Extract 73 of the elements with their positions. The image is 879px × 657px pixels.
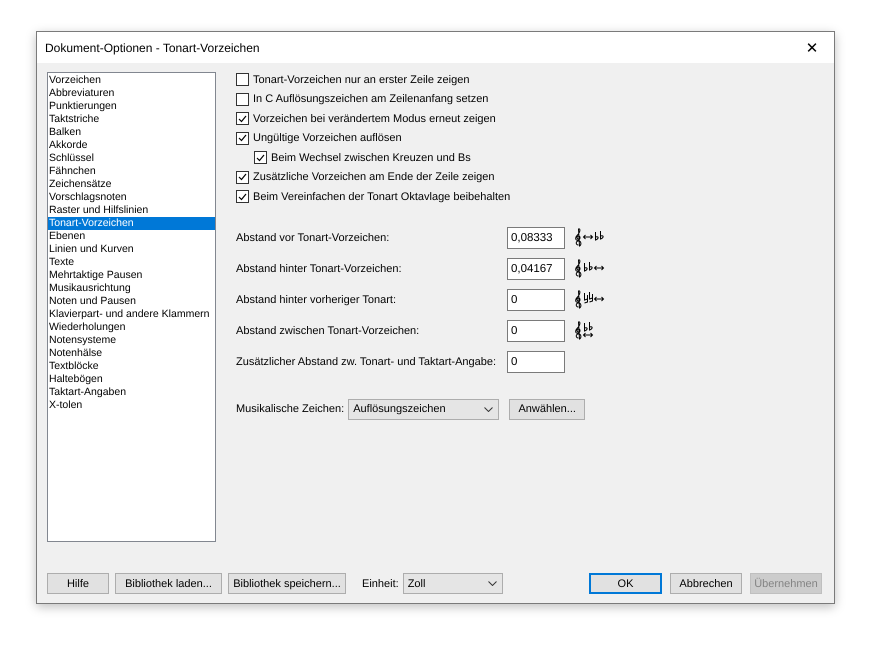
list-item[interactable]: Noten und Pausen (48, 295, 215, 308)
field-label: Musikalische Zeichen: (236, 403, 344, 415)
input-field[interactable]: 0,04167 (507, 258, 565, 280)
field-label: Abstand vor Tonart-Vorzeichen: (236, 232, 390, 244)
input-field[interactable]: 0 (507, 350, 565, 372)
list-item[interactable]: Taktstriche (48, 113, 215, 126)
list-item[interactable]: Haltebögen (48, 373, 215, 386)
close-button[interactable]: ✕ (790, 32, 834, 63)
list-item[interactable]: Klavierpart- und andere Klammern (48, 308, 215, 321)
checkbox-label: Vorzeichen bei verändertem Modus erneut zeigen (253, 112, 496, 125)
list-item[interactable]: Musikausrichtung (48, 282, 215, 295)
list-item[interactable]: Punktierungen (48, 100, 215, 113)
list-item[interactable]: X-tolen (48, 399, 215, 412)
checkmark-icon (238, 134, 247, 142)
list-item[interactable]: Ebenen (48, 230, 215, 243)
footer-button[interactable]: Bibliothek laden... (115, 573, 222, 594)
window-title: Dokument-Optionen - Tonart-Vorzeichen (45, 40, 260, 54)
footer-button[interactable]: Hilfe (47, 573, 109, 594)
checkbox-label: In C Auflösungszeichen am Zeilenanfang setzen (253, 93, 488, 106)
checkbox-label: Beim Wechsel zwischen Kreuzen und Bs (271, 152, 471, 164)
checkmark-icon (256, 154, 265, 162)
checkbox-label: Beim Vereinfachen der Tonart Oktavlage beibehalten (253, 190, 510, 203)
field-label: Einheit: (362, 578, 399, 590)
checkbox[interactable] (236, 112, 249, 126)
notation-icon (575, 228, 605, 247)
checkbox[interactable] (236, 190, 249, 204)
checkbox-label: Tonart-Vorzeichen nur an erster Zeile zeigen (253, 74, 470, 86)
chevron-down-icon (484, 406, 494, 412)
list-item[interactable]: Vorschlagsnoten (48, 191, 215, 204)
select-button[interactable]: Anwählen... (509, 398, 586, 420)
checkmark-icon (238, 192, 247, 201)
list-item[interactable]: Fähnchen (48, 165, 215, 178)
footer-button[interactable]: Bibliothek speichern... (228, 573, 346, 594)
list-item[interactable]: Vorzeichen (48, 74, 215, 87)
list-item[interactable]: Schlüssel (48, 152, 215, 165)
cancel-button[interactable]: Abbrechen (670, 573, 742, 594)
input-field[interactable]: 0,08333 (507, 226, 565, 248)
list-item[interactable]: Wiederholungen (48, 321, 215, 334)
field-label: Zusätzlicher Abstand zw. Tonart- und Taktart-Angabe: (236, 356, 498, 368)
dropdown[interactable]: Auflösungszeichen (348, 398, 500, 420)
checkbox[interactable] (236, 132, 249, 145)
list-item[interactable]: Notenhälse (48, 347, 215, 360)
checkbox[interactable] (236, 73, 249, 86)
input-field[interactable]: 0 (507, 320, 565, 342)
checkbox[interactable] (236, 170, 249, 184)
dropdown[interactable]: Zoll (402, 573, 503, 594)
list-item[interactable]: Mehrtaktige Pausen (48, 269, 215, 282)
checkbox[interactable] (236, 92, 249, 106)
list-item[interactable]: Raster und Hilfslinien (48, 204, 215, 217)
list-item[interactable]: Zeichensätze (48, 178, 215, 191)
input-field[interactable]: 0 (507, 288, 565, 310)
notation-icon (575, 259, 605, 278)
list-item[interactable]: Abbreviaturen (48, 87, 215, 100)
list-item[interactable]: Texte (48, 256, 215, 269)
list-item[interactable]: Notensysteme (48, 334, 215, 347)
list-item[interactable]: Tonart-Vorzeichen (48, 217, 215, 230)
ok-button[interactable]: OK (589, 573, 662, 594)
notation-icon (575, 321, 594, 340)
chevron-down-icon (488, 581, 497, 586)
checkbox-label: Ungültige Vorzeichen auflösen (253, 132, 402, 144)
list-item[interactable]: Textblöcke (48, 360, 215, 373)
notation-icon (575, 290, 605, 309)
list-item[interactable]: Balken (48, 126, 215, 139)
checkmark-icon (238, 173, 247, 182)
checkmark-icon (238, 114, 247, 123)
list-item[interactable]: Taktart-Angaben (48, 386, 215, 399)
list-item[interactable]: Akkorde (48, 139, 215, 152)
field-label: Abstand hinter Tonart-Vorzeichen: (236, 262, 403, 274)
field-label: Abstand hinter vorheriger Tonart: (236, 294, 397, 306)
field-label: Abstand zwischen Tonart-Vorzeichen: (236, 324, 420, 336)
checkbox-label: Zusätzliche Vorzeichen am Ende der Zeile zeigen (253, 171, 495, 184)
list-item[interactable]: Linien und Kurven (48, 243, 215, 256)
checkbox[interactable] (254, 151, 267, 164)
